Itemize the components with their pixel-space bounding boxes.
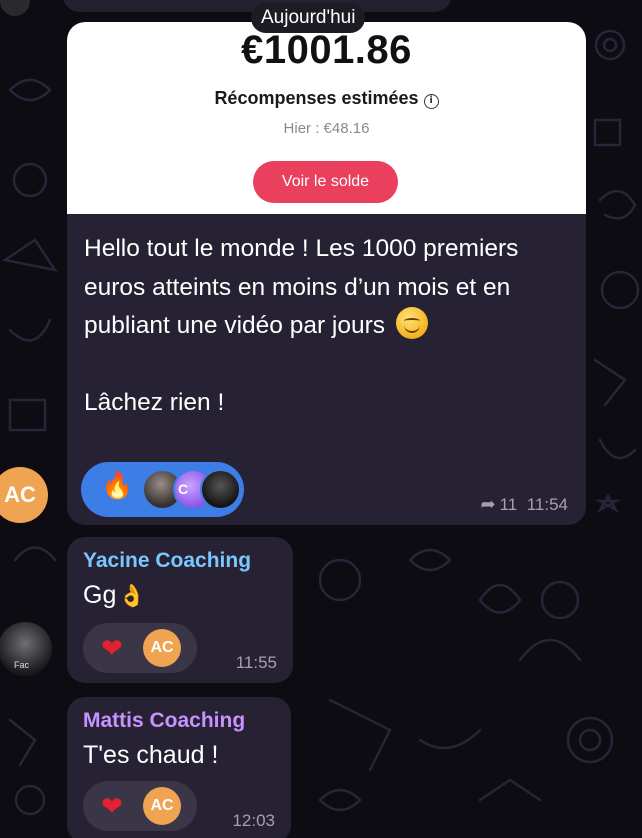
message-time: 11:54	[526, 495, 568, 514]
reaction-heart-pill[interactable]: ❤ AC	[83, 623, 197, 673]
reaction-fire-pill[interactable]: 🔥 C	[81, 462, 244, 517]
message-text: Hello tout le monde ! Les 1000 premiers …	[84, 230, 574, 423]
heart-icon: ❤	[101, 792, 123, 822]
view-balance-button[interactable]: Voir le solde	[253, 161, 398, 203]
date-separator: Aujourd'hui	[251, 3, 366, 33]
message-bubble-main[interactable]: €1001.86 Récompenses estimées i Hier : €4…	[67, 22, 586, 525]
message-bubble[interactable]: Mattis Coaching T'es chaud ! ❤ AC 12:03	[67, 697, 291, 838]
ok-hand-emoji-icon: 👌	[118, 584, 146, 609]
message-time: 11:55	[235, 653, 277, 672]
reply-count[interactable]: 11	[500, 495, 518, 514]
rewards-label-row: Récompenses estimées i	[67, 88, 586, 109]
rewards-label: Récompenses estimées	[214, 88, 419, 108]
reaction-heart-pill[interactable]: ❤ AC	[83, 781, 197, 831]
reactor-avatar: AC	[143, 629, 181, 667]
message-meta: ➦ 11 11:54	[481, 494, 568, 515]
message-text-body: Gg	[83, 581, 117, 609]
sender-name[interactable]: Mattis Coaching	[83, 709, 245, 733]
rewards-card[interactable]: €1001.86 Récompenses estimées i Hier : €4…	[67, 22, 586, 214]
info-icon[interactable]: i	[423, 94, 439, 109]
fire-emoji-icon: 🔥	[101, 471, 134, 501]
reactor-avatar	[200, 469, 241, 510]
heart-icon: ❤	[101, 634, 123, 664]
message-text-closing: Lâchez rien !	[84, 389, 225, 416]
message-time: 12:03	[232, 811, 275, 830]
message-text: T'es chaud !	[83, 741, 219, 769]
rewards-amount: €1001.86	[241, 28, 412, 72]
message-text: Gg👌	[83, 581, 146, 610]
message-text-body: Hello tout le monde ! Les 1000 premiers …	[84, 235, 519, 339]
avatar-caption: Fac	[14, 660, 30, 670]
avatar[interactable]: Fac	[0, 622, 52, 676]
smiling-face-emoji-icon	[395, 307, 428, 339]
rewards-yesterday: Hier : €48.16	[283, 120, 370, 137]
reply-arrow-icon[interactable]: ➦	[481, 494, 496, 515]
reactor-avatar: AC	[143, 787, 181, 825]
sender-name[interactable]: Yacine Coaching	[83, 549, 251, 573]
message-bubble[interactable]: Yacine Coaching Gg👌 ❤ AC 11:55	[67, 537, 293, 683]
